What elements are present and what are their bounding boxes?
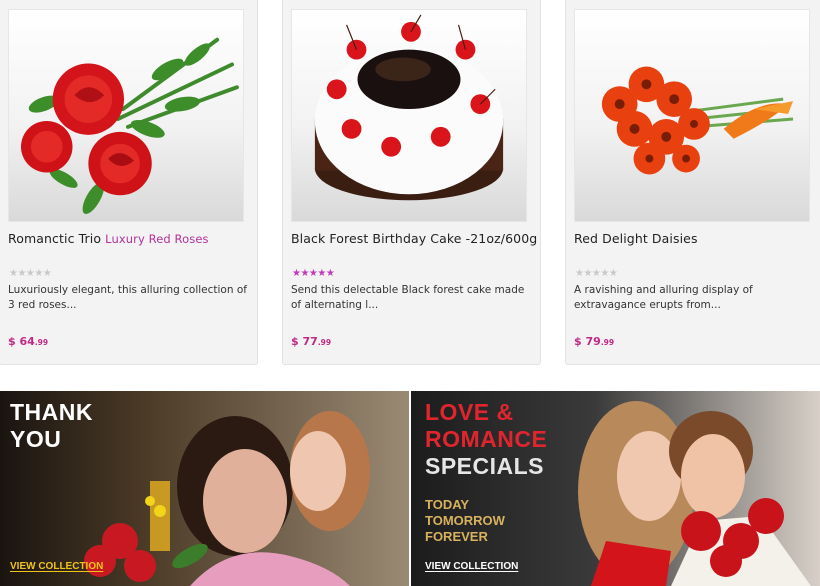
- star-rating: ★★★★★: [292, 268, 335, 279]
- price-currency: $: [8, 335, 16, 348]
- product-name[interactable]: Romanctic Trio: [8, 231, 101, 246]
- product-price: $ 64.99: [8, 335, 48, 348]
- price-currency: $: [291, 335, 299, 348]
- product-price: $ 77.99: [291, 335, 331, 348]
- price-cents: .99: [600, 338, 615, 347]
- product-subtitle[interactable]: Luxury Red Roses: [105, 232, 208, 246]
- product-image[interactable]: [574, 9, 810, 222]
- price-currency: $: [574, 335, 582, 348]
- banner-headline: THANK YOU: [10, 399, 93, 452]
- love-romance-banner[interactable]: LOVE & ROMANCE SPECIALS TODAY TOMORROW F…: [411, 391, 820, 586]
- product-name[interactable]: Black Forest Birthday Cake -21oz/600g: [291, 231, 537, 246]
- product-card[interactable]: Red Delight Daisies ★★★★★ A ravishing an…: [565, 0, 820, 365]
- star-rating: ★★★★★: [575, 268, 618, 279]
- product-price: $ 79.99: [574, 335, 614, 348]
- price-whole: 79: [585, 335, 601, 348]
- red-roses-icon: [20, 37, 239, 215]
- view-collection-link[interactable]: VIEW COLLECTION: [425, 561, 518, 572]
- product-image[interactable]: [291, 9, 527, 222]
- thank-you-banner[interactable]: THANK YOU VIEW COLLECTION: [0, 391, 409, 586]
- banner-tagline: TODAY TOMORROW FOREVER: [425, 497, 505, 544]
- price-whole: 77: [302, 335, 318, 348]
- product-name[interactable]: Red Delight Daisies: [574, 231, 698, 246]
- product-description: A ravishing and alluring display of extr…: [574, 284, 753, 311]
- product-image[interactable]: [8, 9, 244, 222]
- product-card[interactable]: Romanctic Trio Luxury Red Roses ★★★★★ Lu…: [0, 0, 258, 365]
- price-cents: .99: [317, 338, 332, 347]
- product-title[interactable]: Black Forest Birthday Cake -21oz/600g: [291, 231, 537, 246]
- price-whole: 64: [19, 335, 35, 348]
- product-card[interactable]: Black Forest Birthday Cake -21oz/600g ★★…: [282, 0, 541, 365]
- product-description: Luxuriously elegant, this alluring colle…: [8, 284, 247, 311]
- price-cents: .99: [34, 338, 49, 347]
- view-collection-link[interactable]: VIEW COLLECTION: [10, 561, 103, 572]
- product-description: Send this delectable Black forest cake m…: [291, 284, 525, 311]
- black-forest-cake-icon: [314, 14, 504, 201]
- product-title[interactable]: Red Delight Daisies: [574, 231, 819, 246]
- red-daisies-icon: [601, 66, 794, 175]
- banner-headline: LOVE & ROMANCE: [425, 399, 548, 452]
- star-rating: ★★★★★: [9, 268, 52, 279]
- banner-subheadline: SPECIALS: [425, 453, 545, 479]
- product-grid: Romanctic Trio Luxury Red Roses ★★★★★ Lu…: [0, 0, 820, 390]
- product-title[interactable]: Romanctic Trio Luxury Red Roses: [8, 231, 253, 246]
